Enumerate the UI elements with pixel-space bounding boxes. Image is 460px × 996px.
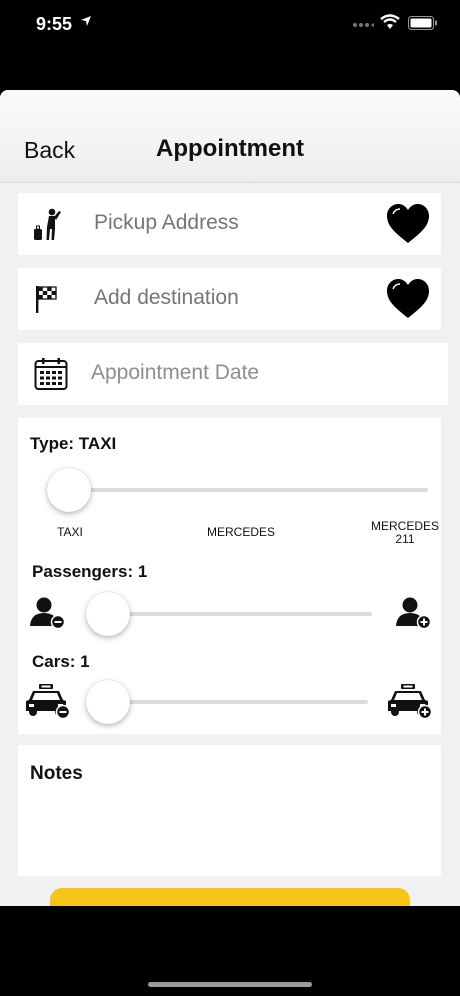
cars-slider-thumb[interactable] (86, 680, 130, 724)
type-slider-track[interactable] (50, 488, 428, 492)
type-option-mercedes-211: MERCEDES 211 (370, 519, 439, 546)
cars-slider-track[interactable] (106, 700, 368, 704)
checkered-flag-icon (36, 286, 57, 313)
signal-icon (353, 23, 374, 27)
appointment-sheet: Back Appointment Pickup Address Add dest… (0, 90, 460, 906)
calendar-icon (34, 358, 68, 390)
notes-label: Notes (30, 763, 83, 784)
type-option-mercedes: MERCEDES (206, 525, 275, 539)
add-passenger-icon[interactable] (394, 596, 434, 630)
favorite-heart-icon[interactable] (385, 278, 431, 320)
submit-button[interactable] (50, 888, 410, 906)
appointment-date-placeholder: Appointment Date (91, 361, 260, 384)
battery-icon (408, 16, 437, 30)
page-title: Appointment (156, 135, 304, 162)
hitchhiker-icon (34, 208, 61, 240)
remove-car-icon[interactable] (24, 682, 72, 720)
add-car-icon[interactable] (386, 682, 434, 720)
navigation-bar: Back Appointment (0, 90, 460, 183)
options-card: Type: TAXI TAXI MERCEDES MERCEDES 211 Pa… (18, 418, 441, 734)
location-arrow-icon (81, 16, 91, 26)
pickup-address-input[interactable] (94, 211, 364, 235)
type-slider-thumb[interactable] (47, 468, 91, 512)
passengers-slider-thumb[interactable] (86, 592, 130, 636)
wifi-icon (380, 14, 400, 29)
appointment-date-field[interactable]: Appointment Date (18, 343, 448, 405)
notes-field[interactable]: Notes (18, 745, 441, 876)
status-time: 9:55 (36, 14, 73, 34)
passengers-label: Passengers: 1 (32, 562, 148, 581)
passengers-slider-track[interactable] (106, 612, 372, 616)
remove-passenger-icon[interactable] (28, 596, 68, 630)
home-indicator[interactable] (148, 982, 312, 987)
favorite-heart-icon[interactable] (385, 203, 431, 245)
destination-input[interactable] (94, 286, 364, 310)
status-bar: 9:55 (0, 0, 460, 50)
cars-label: Cars: 1 (32, 652, 90, 671)
destination-field[interactable] (18, 268, 441, 330)
type-option-taxi: TAXI (57, 525, 83, 539)
type-label: Type: TAXI (30, 434, 117, 453)
pickup-address-field[interactable] (18, 193, 441, 255)
